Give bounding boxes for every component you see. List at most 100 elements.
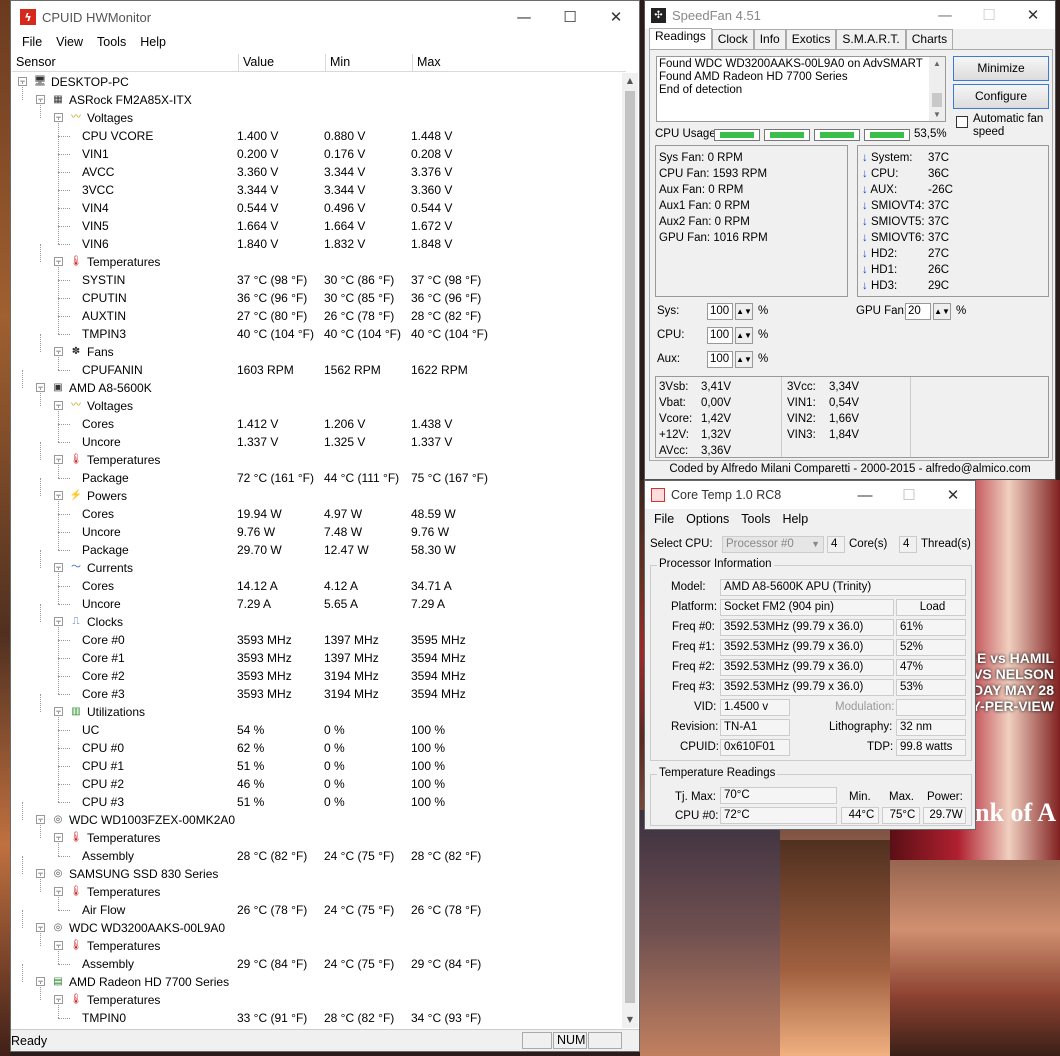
column-value[interactable]: Value xyxy=(239,54,326,71)
tree-node[interactable]: − 🌡 Temperatures xyxy=(12,451,624,469)
tab-clock[interactable]: Clock xyxy=(711,29,754,49)
sensor-row[interactable]: Uncore 9.76 W 7.48 W 9.76 W xyxy=(12,523,624,541)
log-scrollbar[interactable]: ▲ ▼ xyxy=(929,57,945,121)
sensor-row[interactable]: VIN1 0.200 V 0.176 V 0.208 V xyxy=(12,145,624,163)
menu-help[interactable]: Help xyxy=(133,35,173,49)
tree-node[interactable]: − 〜 Currents xyxy=(12,559,624,577)
tree-node[interactable]: − 🌡 Temperatures xyxy=(12,829,624,847)
scroll-thumb[interactable] xyxy=(932,93,942,107)
close-button[interactable]: ✕ xyxy=(931,480,975,510)
tree-node[interactable]: − 🌡 Temperatures xyxy=(12,937,624,955)
sensor-row[interactable]: Air Flow 26 °C (78 °F) 24 °C (75 °F) 26 °C … xyxy=(12,901,624,919)
tree-node[interactable]: − ▣ AMD A8-5600K xyxy=(12,379,624,397)
sensor-row[interactable]: VIN5 1.664 V 1.664 V 1.672 V xyxy=(12,217,624,235)
tree-node[interactable]: − ◎ SAMSUNG SSD 830 Series xyxy=(12,865,624,883)
sensor-row[interactable]: VIN4 0.544 V 0.496 V 0.544 V xyxy=(12,199,624,217)
sensor-row[interactable]: VIN6 1.840 V 1.832 V 1.848 V xyxy=(12,235,624,253)
close-button[interactable]: ✕ xyxy=(593,2,639,32)
menu-tools[interactable]: Tools xyxy=(90,35,133,49)
sensor-row[interactable]: CPU #2 46 % 0 % 100 % xyxy=(12,775,624,793)
tree-node[interactable]: − 🌡 Temperatures xyxy=(12,883,624,901)
detection-log[interactable]: Found WDC WD3200AAKS-00L9A0 on AdvSMART … xyxy=(656,56,946,122)
minimize-button[interactable]: — xyxy=(923,0,967,30)
maximize-button[interactable]: ☐ xyxy=(547,2,593,32)
menu-file[interactable]: File xyxy=(15,35,49,49)
sensor-row[interactable]: 3VCC 3.344 V 3.344 V 3.360 V xyxy=(12,181,624,199)
sensor-row[interactable]: Cores 14.12 A 4.12 A 34.71 A xyxy=(12,577,624,595)
spinner-up-down-icon[interactable]: ▲▼ xyxy=(933,303,951,320)
close-button[interactable]: ✕ xyxy=(1011,0,1055,30)
tree-node[interactable]: − 〰 Voltages xyxy=(12,397,624,415)
sensor-row[interactable]: Uncore 1.337 V 1.325 V 1.337 V xyxy=(12,433,624,451)
sensor-row[interactable]: Package 29.70 W 12.47 W 58.30 W xyxy=(12,541,624,559)
spinner-up-down-icon[interactable]: ▲▼ xyxy=(735,327,753,344)
vertical-scrollbar[interactable]: ▲ ▼ xyxy=(622,73,638,1028)
tree-node[interactable]: − 🖥 DESKTOP-PC xyxy=(12,73,624,91)
sensor-row[interactable]: CPU #1 51 % 0 % 100 % xyxy=(12,757,624,775)
coretemp-titlebar[interactable]: Core Temp 1.0 RC8 — ☐ ✕ xyxy=(645,481,975,509)
minimize-button[interactable]: — xyxy=(843,480,887,510)
tab-exotics[interactable]: Exotics xyxy=(785,29,837,49)
maximize-button[interactable]: ☐ xyxy=(887,480,931,510)
tree-node[interactable]: − ✽ Fans xyxy=(12,343,624,361)
speed-input[interactable]: 100 xyxy=(707,327,733,344)
sensor-row[interactable]: CPU #3 51 % 0 % 100 % xyxy=(12,793,624,811)
sensor-row[interactable]: UC 54 % 0 % 100 % xyxy=(12,721,624,739)
hwmonitor-titlebar[interactable]: ϟ CPUID HWMonitor — ☐ ✕ xyxy=(11,1,639,33)
sensor-row[interactable]: Core #0 3593 MHz 1397 MHz 3595 MHz xyxy=(12,631,624,649)
sensor-row[interactable]: AUXTIN 27 °C (80 °F) 26 °C (78 °F) 28 °C (8… xyxy=(12,307,624,325)
tree-node[interactable]: − 🌡 Temperatures xyxy=(12,991,624,1009)
sensor-row[interactable]: SYSTIN 37 °C (98 °F) 30 °C (86 °F) 37 °C (9… xyxy=(12,271,624,289)
tab-readings[interactable]: Readings xyxy=(649,28,712,49)
scroll-down-icon[interactable]: ▼ xyxy=(622,1012,638,1028)
sensor-row[interactable]: Cores 1.412 V 1.206 V 1.438 V xyxy=(12,415,624,433)
configure-button[interactable]: Configure xyxy=(953,84,1049,109)
sensor-row[interactable]: CPUFANIN 1603 RPM 1562 RPM 1622 RPM xyxy=(12,361,624,379)
sensor-tree[interactable]: − 🖥 DESKTOP-PC − ▦ ASRock FM2A85X-ITX − 〰 Voltag… xyxy=(12,73,624,1027)
sensor-row[interactable]: Uncore 7.29 A 5.65 A 7.29 A xyxy=(12,595,624,613)
sensor-row[interactable]: CPUTIN 36 °C (96 °F) 30 °C (85 °F) 36 °C (9… xyxy=(12,289,624,307)
speed-input[interactable]: 100 xyxy=(707,351,733,368)
column-sensor[interactable]: Sensor xyxy=(12,54,239,71)
sensor-row[interactable]: Core #1 3593 MHz 1397 MHz 3594 MHz xyxy=(12,649,624,667)
tree-node[interactable]: − ◎ WDC WD1003FZEX-00MK2A0 xyxy=(12,811,624,829)
minimize-button[interactable]: — xyxy=(501,2,547,32)
menu-file[interactable]: File xyxy=(648,512,680,526)
sensor-row[interactable]: Core #2 3593 MHz 3194 MHz 3594 MHz xyxy=(12,667,624,685)
menu-view[interactable]: View xyxy=(49,35,90,49)
menu-tools[interactable]: Tools xyxy=(735,512,776,526)
tab-charts[interactable]: Charts xyxy=(905,29,954,49)
speed-input[interactable]: 100 xyxy=(707,303,733,320)
gpu-fan-speed-input[interactable]: 20 xyxy=(905,303,931,320)
scroll-up-icon[interactable]: ▲ xyxy=(929,57,945,70)
column-min[interactable]: Min xyxy=(326,54,413,71)
spinner-up-down-icon[interactable]: ▲▼ xyxy=(735,351,753,368)
tree-node[interactable]: − 🌡 Temperatures xyxy=(12,253,624,271)
sensor-row[interactable]: TMPIN3 40 °C (104 °F) 40 °C (104 °F) 40 °C … xyxy=(12,325,624,343)
auto-fan-checkbox[interactable] xyxy=(956,116,968,128)
tab-smart[interactable]: S.M.A.R.T. xyxy=(836,29,906,49)
menu-options[interactable]: Options xyxy=(680,512,735,526)
sensor-row[interactable]: CPU VCORE 1.400 V 0.880 V 1.448 V xyxy=(12,127,624,145)
column-max[interactable]: Max xyxy=(413,54,626,71)
sensor-row[interactable]: Assembly 28 °C (82 °F) 24 °C (75 °F) 28 °C … xyxy=(12,847,624,865)
scroll-thumb[interactable] xyxy=(625,91,635,1003)
scroll-up-icon[interactable]: ▲ xyxy=(622,73,638,89)
select-cpu-dropdown[interactable]: Processor #0 ▼ xyxy=(722,536,824,553)
speedfan-titlebar[interactable]: ✣ SpeedFan 4.51 — ☐ ✕ xyxy=(645,1,1055,29)
sensor-row[interactable]: AVCC 3.360 V 3.344 V 3.376 V xyxy=(12,163,624,181)
tree-node[interactable]: − ◎ WDC WD3200AAKS-00L9A0 xyxy=(12,919,624,937)
sensor-row[interactable]: Cores 19.94 W 4.97 W 48.59 W xyxy=(12,505,624,523)
tab-info[interactable]: Info xyxy=(753,29,786,49)
sensor-row[interactable]: Core #3 3593 MHz 3194 MHz 3594 MHz xyxy=(12,685,624,703)
scroll-down-icon[interactable]: ▼ xyxy=(929,108,945,121)
menu-help[interactable]: Help xyxy=(776,512,814,526)
sensor-row[interactable]: TMPIN0 33 °C (91 °F) 28 °C (82 °F) 34 °C (9… xyxy=(12,1009,624,1027)
tree-node[interactable]: − ⎍ Clocks xyxy=(12,613,624,631)
sensor-row[interactable]: Package 72 °C (161 °F) 44 °C (111 °F) 75 °C… xyxy=(12,469,624,487)
spinner-up-down-icon[interactable]: ▲▼ xyxy=(735,303,753,320)
maximize-button[interactable]: ☐ xyxy=(967,0,1011,30)
tree-node[interactable]: − ▦ ASRock FM2A85X-ITX xyxy=(12,91,624,109)
tree-node[interactable]: − ▥ Utilizations xyxy=(12,703,624,721)
sensor-row[interactable]: Assembly 29 °C (84 °F) 24 °C (75 °F) 29 °C … xyxy=(12,955,624,973)
